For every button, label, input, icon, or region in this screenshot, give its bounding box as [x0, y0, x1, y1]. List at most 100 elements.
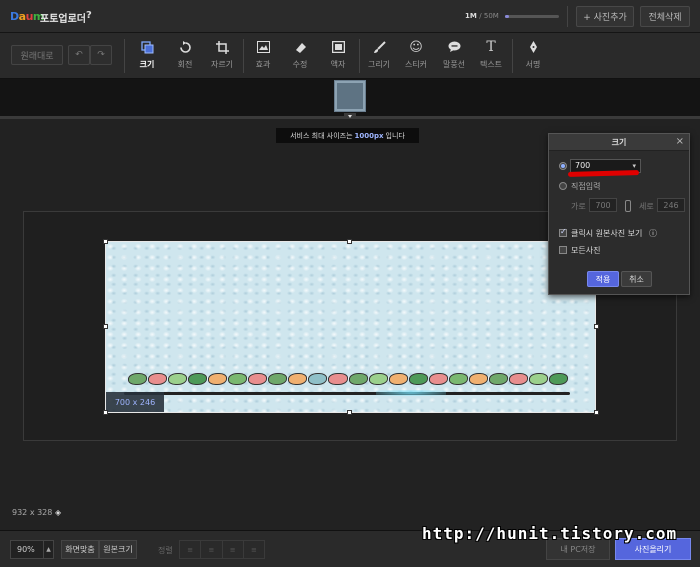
tool-draw[interactable]: 그리기 — [361, 38, 397, 74]
tool-crop[interactable]: 자르기 — [204, 38, 240, 74]
frame-icon — [331, 38, 345, 56]
watermark: http://hunit.tistory.com — [422, 524, 678, 543]
align-center-icon[interactable]: ≡ — [201, 541, 223, 558]
notice-text: 서비스 최대 사이즈는 — [290, 131, 353, 140]
tool-label: 자르기 — [210, 60, 234, 69]
undo-button[interactable]: ↶ — [68, 45, 90, 65]
smiley-icon: ☺ — [409, 39, 423, 55]
help-icon[interactable]: ? — [86, 10, 92, 21]
divider — [243, 39, 244, 73]
width-input[interactable]: 700 — [589, 198, 617, 212]
tool-sticker[interactable]: ☺ 스티커 — [398, 38, 434, 74]
tool-label: 회전 — [177, 60, 193, 69]
align-label: 정렬 — [158, 546, 173, 555]
branch-line — [124, 392, 570, 395]
info-icon[interactable]: ◈ — [55, 508, 61, 517]
chevron-up-icon: ▲ — [43, 541, 53, 558]
eraser-icon — [294, 38, 307, 56]
edited-photo[interactable]: 700 x 246 — [105, 241, 596, 413]
brush-icon — [373, 38, 386, 56]
notice-max-size: 1000px — [354, 131, 384, 140]
tool-effect[interactable]: 효과 — [245, 38, 281, 74]
tool-resize[interactable]: 크기 — [129, 38, 165, 74]
tool-signature[interactable]: 서명 — [515, 38, 551, 74]
effect-icon — [256, 38, 270, 56]
tool-rotate[interactable]: 회전 — [167, 38, 203, 74]
resize-handle-top[interactable] — [347, 239, 352, 244]
tool-label: 서명 — [525, 60, 541, 69]
red-highlight-mark — [567, 170, 640, 177]
align-left-icon[interactable]: ≡ — [180, 541, 202, 558]
divider — [124, 39, 125, 73]
align-buttons: ≡ ≡ ≡ ≡ — [179, 540, 265, 559]
app-title: 포토업로더 — [40, 14, 86, 25]
tool-label: 그리기 — [367, 60, 391, 69]
tool-frame[interactable]: 액자 — [320, 38, 356, 74]
max-size-notice: 서비스 최대 사이즈는 1000px 입니다 — [276, 128, 419, 143]
direct-input-label: 직접입력 — [571, 182, 601, 191]
preset-size-radio[interactable] — [559, 162, 567, 170]
text-icon: T — [486, 39, 496, 55]
help-icon[interactable]: ⓘ — [649, 228, 657, 239]
click-original-checkbox[interactable] — [559, 227, 567, 237]
resize-icon — [140, 38, 154, 56]
resize-handle-right[interactable] — [594, 324, 599, 329]
fit-screen-button[interactable]: 화면맞춤 — [61, 540, 99, 559]
divider — [567, 6, 568, 27]
tool-text[interactable]: T 텍스트 — [473, 38, 509, 74]
storage-bar — [505, 15, 559, 18]
original-size-button[interactable]: 원본크기 — [99, 540, 137, 559]
tool-label: 말풍선 — [442, 60, 466, 69]
align-justify-icon[interactable]: ≡ — [244, 541, 264, 558]
height-input[interactable]: 246 — [657, 198, 685, 212]
apply-button[interactable]: 적용 — [587, 271, 619, 287]
storage-bar-fill — [505, 15, 509, 18]
align-right-icon[interactable]: ≡ — [223, 541, 244, 558]
link-ratio-icon[interactable] — [625, 200, 631, 212]
zoom-select[interactable]: 90% ▲ — [10, 540, 54, 559]
light-glow — [376, 390, 446, 396]
tool-label: 액자 — [330, 60, 346, 69]
crop-icon — [215, 38, 229, 56]
size-panel-header: 크기 × — [549, 134, 689, 151]
all-photos-label: 모든사진 — [571, 246, 601, 255]
all-photos-checkbox[interactable] — [559, 246, 567, 254]
storage-total: / 50M — [479, 12, 499, 20]
click-original-label: 클릭시 원본사진 보기 — [571, 229, 643, 238]
cancel-button[interactable]: 취소 — [621, 271, 652, 287]
direct-input-radio[interactable] — [559, 182, 567, 190]
daum-logo: Daum — [10, 10, 44, 23]
storage-usage: 1M / 50M — [465, 12, 499, 20]
size-panel: 크기 × 700 ▾ 직접입력 가로 700 세로 246 클릭시 원본사진 보… — [548, 133, 690, 295]
tool-label: 크기 — [139, 60, 155, 69]
tool-label: 효과 — [255, 60, 271, 69]
photo-uploader-window: Daum 포토업로더 ? 1M / 50M + 사진추가 전체삭제 원래대로 ↶… — [0, 0, 700, 567]
zoom-value: 90% — [17, 545, 35, 554]
tool-label: 텍스트 — [479, 60, 503, 69]
add-photo-button[interactable]: + 사진추가 — [576, 6, 634, 27]
size-panel-title: 크기 — [611, 138, 627, 147]
width-label: 가로 — [571, 202, 586, 211]
preset-size-value: 700 — [575, 161, 591, 170]
resize-handle-top-left[interactable] — [103, 239, 108, 244]
resize-handle-left[interactable] — [103, 324, 108, 329]
resize-handle-bottom-left[interactable] — [103, 410, 108, 415]
delete-all-button[interactable]: 전체삭제 — [640, 6, 690, 27]
tool-retouch[interactable]: 수정 — [282, 38, 318, 74]
edit-toolbar: 원래대로 ↶ ↷ 크기 회전 자르기 효과 수정 액자 그리기 ☺ 스티커 말풍… — [0, 33, 700, 79]
storage-used: 1M — [465, 12, 477, 20]
height-label: 세로 — [639, 202, 654, 211]
notice-suffix: 입니다 — [385, 131, 405, 140]
resize-handle-bottom[interactable] — [347, 410, 352, 415]
redo-button[interactable]: ↷ — [90, 45, 112, 65]
photo-thumbnail[interactable] — [334, 80, 366, 112]
thumbnail-strip — [0, 79, 700, 119]
title-bar: Daum 포토업로더 ? 1M / 50M + 사진추가 전체삭제 — [0, 0, 700, 33]
close-icon[interactable]: × — [676, 136, 684, 147]
collapse-strip-toggle[interactable] — [344, 113, 356, 119]
resize-handle-bottom-right[interactable] — [594, 410, 599, 415]
tool-speech-bubble[interactable]: 말풍선 — [436, 38, 472, 74]
image-size-tag: 700 x 246 — [106, 392, 164, 412]
original-button[interactable]: 원래대로 — [11, 45, 63, 65]
pen-nib-icon — [529, 38, 538, 56]
